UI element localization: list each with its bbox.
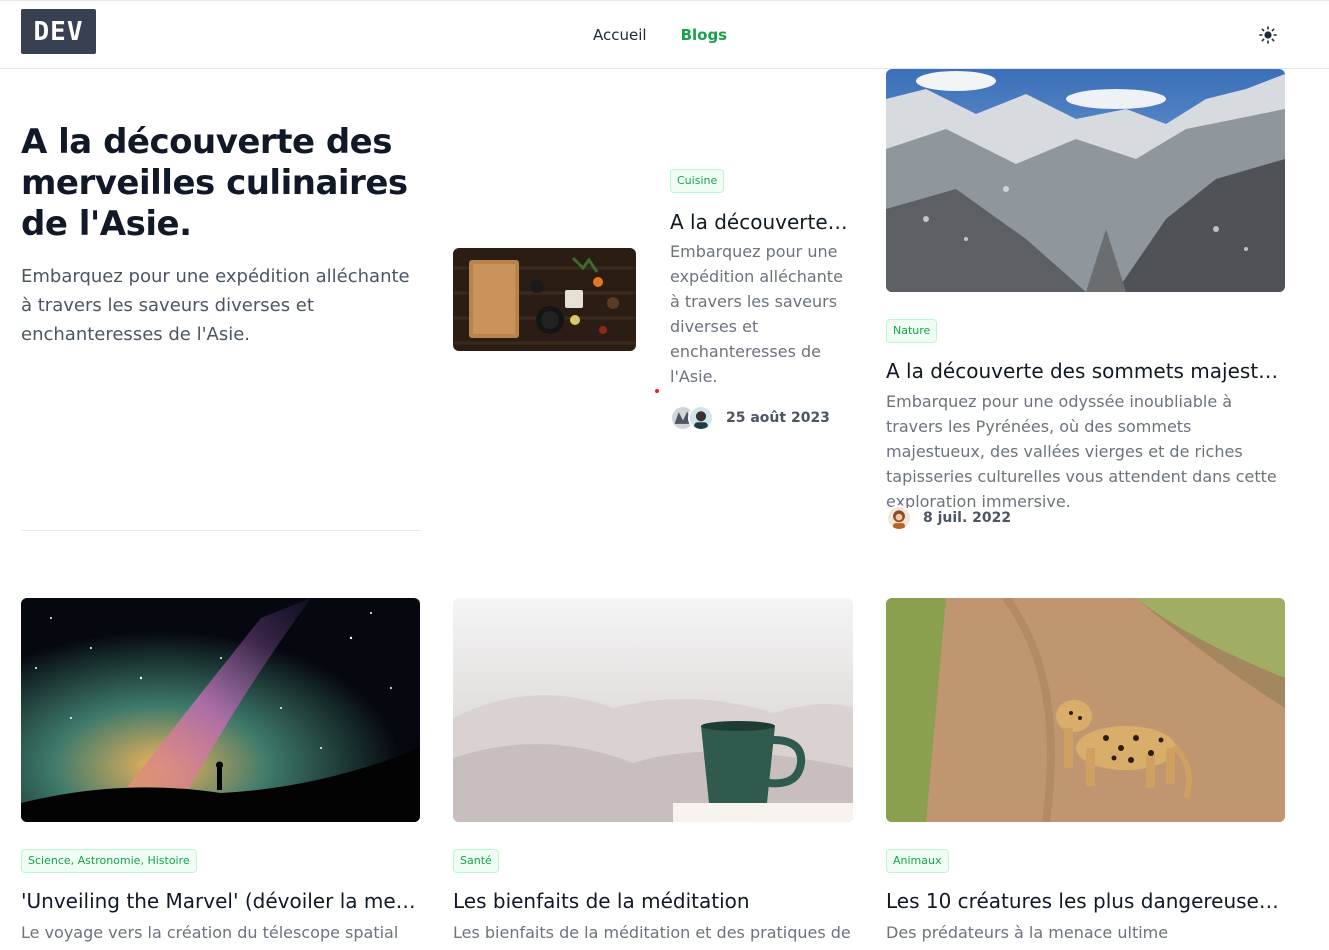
nature-post-description: Embarquez pour une odyssée inoubliable à… bbox=[886, 392, 1277, 511]
nature-post-image[interactable] bbox=[886, 69, 1285, 292]
card-image-galaxy[interactable] bbox=[21, 598, 420, 822]
nature-post-title[interactable]: A la découverte des sommets majestue... bbox=[886, 358, 1285, 384]
category-badge[interactable]: Santé bbox=[453, 849, 499, 873]
hero-divider bbox=[21, 530, 420, 531]
nav-link-blogs[interactable]: Blogs bbox=[681, 26, 728, 44]
card-title[interactable]: Les 10 créatures les plus dangereuses de… bbox=[886, 888, 1285, 914]
category-badge[interactable]: Nature bbox=[886, 319, 938, 343]
card-image-leopard[interactable] bbox=[886, 598, 1285, 822]
post-date: 25 août 2023 bbox=[726, 410, 830, 426]
category-badge[interactable]: Science, Astronomie, Histoire bbox=[21, 849, 197, 873]
card-image-coffee[interactable] bbox=[453, 598, 853, 822]
nav-link-accueil[interactable]: Accueil bbox=[593, 26, 647, 44]
card-description: Le voyage vers la création du télescope … bbox=[21, 923, 399, 942]
card-description: Des prédateurs à la menace ultime bbox=[886, 923, 1169, 942]
author-avatar[interactable] bbox=[688, 405, 714, 431]
post-date: 8 juil. 2022 bbox=[923, 510, 1012, 526]
category-badge[interactable]: Cuisine bbox=[670, 169, 725, 193]
theme-toggle-button[interactable] bbox=[1258, 25, 1278, 45]
sun-icon bbox=[1259, 26, 1277, 44]
author-avatar[interactable] bbox=[886, 505, 912, 531]
hero-title[interactable]: A la découverte des merveilles culinaire… bbox=[21, 122, 431, 245]
featured-post-title[interactable]: A la découverte ... bbox=[670, 209, 850, 235]
featured-post-description: Embarquez pour une expédition alléchante… bbox=[670, 242, 843, 386]
featured-post-image[interactable] bbox=[453, 248, 636, 351]
top-navbar: DEV Accueil Blogs bbox=[0, 0, 1329, 69]
dev-logo[interactable]: DEV bbox=[21, 9, 96, 54]
card-title[interactable]: 'Unveiling the Marvel' (dévoiler la merv… bbox=[21, 888, 420, 914]
category-badge[interactable]: Animaux bbox=[886, 849, 949, 873]
cursor-marker bbox=[655, 389, 659, 393]
hero-description: Embarquez pour une expédition alléchante… bbox=[21, 266, 410, 345]
card-description: Les bienfaits de la méditation et des pr… bbox=[453, 923, 851, 942]
main-nav: Accueil Blogs bbox=[593, 26, 727, 44]
card-title[interactable]: Les bienfaits de la méditation bbox=[453, 888, 853, 914]
